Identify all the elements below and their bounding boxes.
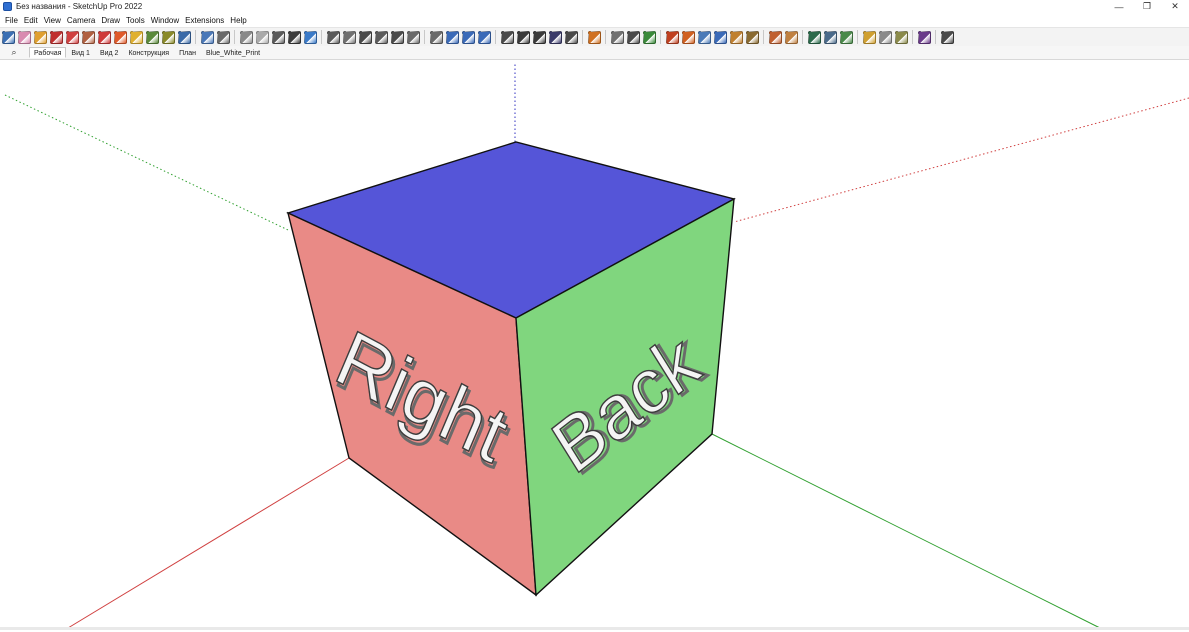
menu-draw[interactable]: Draw bbox=[101, 16, 120, 25]
solid-split-icon[interactable] bbox=[548, 30, 562, 44]
toolbar-separator bbox=[763, 30, 764, 44]
search-icon[interactable]: ⌕ bbox=[3, 47, 25, 59]
menu-bar: File Edit View Camera Draw Tools Window Extensi… bbox=[0, 14, 248, 26]
back-edges-icon[interactable] bbox=[216, 30, 230, 44]
scene-tab[interactable]: Blue_White_Print bbox=[201, 47, 265, 58]
shaded-texture-icon[interactable] bbox=[287, 30, 301, 44]
red-axis-solid bbox=[67, 457, 350, 629]
menu-file[interactable]: File bbox=[5, 16, 18, 25]
toolbar-separator bbox=[582, 30, 583, 44]
menu-camera[interactable]: Camera bbox=[67, 16, 95, 25]
iso-view-icon[interactable] bbox=[326, 30, 340, 44]
drape-icon[interactable] bbox=[713, 30, 727, 44]
title-bar: Без названия - SketchUp Pro 2022 — ❐ ✕ bbox=[0, 0, 1189, 13]
menu-tools[interactable]: Tools bbox=[126, 16, 145, 25]
toolbar-separator bbox=[660, 30, 661, 44]
pencil-icon[interactable] bbox=[33, 30, 47, 44]
menu-window[interactable]: Window bbox=[151, 16, 179, 25]
close-button[interactable]: ✕ bbox=[1161, 0, 1189, 13]
wireframe-icon[interactable] bbox=[239, 30, 253, 44]
toolbar-separator bbox=[912, 30, 913, 44]
main-toolbar bbox=[0, 27, 1189, 47]
outer-shell-icon[interactable] bbox=[564, 30, 578, 44]
front-view-icon[interactable] bbox=[358, 30, 372, 44]
section-plane-icon[interactable] bbox=[587, 30, 601, 44]
tag-icon[interactable] bbox=[839, 30, 853, 44]
right-view-icon[interactable] bbox=[374, 30, 388, 44]
dimension-icon[interactable] bbox=[626, 30, 640, 44]
axes-icon[interactable] bbox=[610, 30, 624, 44]
offset-icon[interactable] bbox=[129, 30, 143, 44]
window-title: Без названия - SketchUp Pro 2022 bbox=[16, 2, 143, 11]
menu-help[interactable]: Help bbox=[230, 16, 246, 25]
toolbar-separator bbox=[935, 30, 936, 44]
toolbar-separator bbox=[321, 30, 322, 44]
stamp-icon[interactable] bbox=[697, 30, 711, 44]
sketchup-app-icon bbox=[3, 2, 12, 11]
get-started-icon[interactable] bbox=[1, 30, 15, 44]
scene-tab[interactable]: План bbox=[174, 47, 201, 58]
zoom-icon[interactable] bbox=[177, 30, 191, 44]
move-icon[interactable] bbox=[145, 30, 159, 44]
warehouse-icon[interactable] bbox=[862, 30, 876, 44]
eraser-icon[interactable] bbox=[17, 30, 31, 44]
green-axis-solid bbox=[711, 433, 1101, 629]
zoom-extents-icon[interactable] bbox=[477, 30, 491, 44]
photo-match-icon[interactable] bbox=[768, 30, 782, 44]
toolbar-separator bbox=[195, 30, 196, 44]
sandbox-icon[interactable] bbox=[665, 30, 679, 44]
rectangle-icon[interactable] bbox=[97, 30, 111, 44]
maximize-button[interactable]: ❐ bbox=[1133, 0, 1161, 13]
drawing-canvas[interactable]: Right Right Back Back bbox=[0, 60, 1189, 630]
geo-location-icon[interactable] bbox=[807, 30, 821, 44]
tape-measure-icon[interactable] bbox=[161, 30, 175, 44]
shaded-icon[interactable] bbox=[271, 30, 285, 44]
monochrome-icon[interactable] bbox=[303, 30, 317, 44]
hidden-line-icon[interactable] bbox=[255, 30, 269, 44]
orbit-icon[interactable] bbox=[429, 30, 443, 44]
minimize-button[interactable]: — bbox=[1105, 0, 1133, 13]
x-ray-icon[interactable] bbox=[200, 30, 214, 44]
scene-tab[interactable]: Конструкция bbox=[123, 47, 174, 58]
zoom-window-icon[interactable] bbox=[461, 30, 475, 44]
scene-tab[interactable]: Вид 1 bbox=[66, 47, 95, 58]
smoove-icon[interactable] bbox=[681, 30, 695, 44]
menu-edit[interactable]: Edit bbox=[24, 16, 38, 25]
toolbar-separator bbox=[424, 30, 425, 44]
menu-view[interactable]: View bbox=[44, 16, 61, 25]
green-axis-dotted bbox=[4, 94, 289, 231]
window-controls: — ❐ ✕ bbox=[1105, 0, 1189, 13]
toolbar-separator bbox=[234, 30, 235, 44]
toolbar-separator bbox=[495, 30, 496, 44]
solid-trim-icon[interactable] bbox=[532, 30, 546, 44]
model-viewport[interactable]: Right Right Back Back bbox=[0, 60, 1189, 630]
pan-icon[interactable] bbox=[445, 30, 459, 44]
menu-extensions[interactable]: Extensions bbox=[185, 16, 224, 25]
ruby-console-icon[interactable] bbox=[917, 30, 931, 44]
solid-subtract-icon[interactable] bbox=[516, 30, 530, 44]
toolbar-separator bbox=[802, 30, 803, 44]
model-info-icon[interactable] bbox=[823, 30, 837, 44]
photo-texture-icon[interactable] bbox=[784, 30, 798, 44]
share-component-icon[interactable] bbox=[878, 30, 892, 44]
left-view-icon[interactable] bbox=[406, 30, 420, 44]
line-tool-icon[interactable] bbox=[940, 30, 954, 44]
solid-union-icon[interactable] bbox=[500, 30, 514, 44]
top-view-icon[interactable] bbox=[342, 30, 356, 44]
add-detail-icon[interactable] bbox=[729, 30, 743, 44]
toolbar-separator bbox=[605, 30, 606, 44]
scene-tab[interactable]: Рабочая bbox=[29, 47, 67, 58]
push-pull-icon[interactable] bbox=[81, 30, 95, 44]
extension-warehouse-icon[interactable] bbox=[894, 30, 908, 44]
paint-bucket-icon[interactable] bbox=[113, 30, 127, 44]
red-axis-dotted bbox=[733, 97, 1189, 223]
toolbar-separator bbox=[857, 30, 858, 44]
scene-tabs-bar: ⌕ Рабочая Вид 1 Вид 2 Конструкция План Blue_W… bbox=[0, 46, 1189, 60]
arc-icon[interactable] bbox=[65, 30, 79, 44]
line-icon[interactable] bbox=[49, 30, 63, 44]
back-view-icon[interactable] bbox=[390, 30, 404, 44]
protractor-icon[interactable] bbox=[642, 30, 656, 44]
flip-edge-icon[interactable] bbox=[745, 30, 759, 44]
scene-tab[interactable]: Вид 2 bbox=[95, 47, 124, 58]
